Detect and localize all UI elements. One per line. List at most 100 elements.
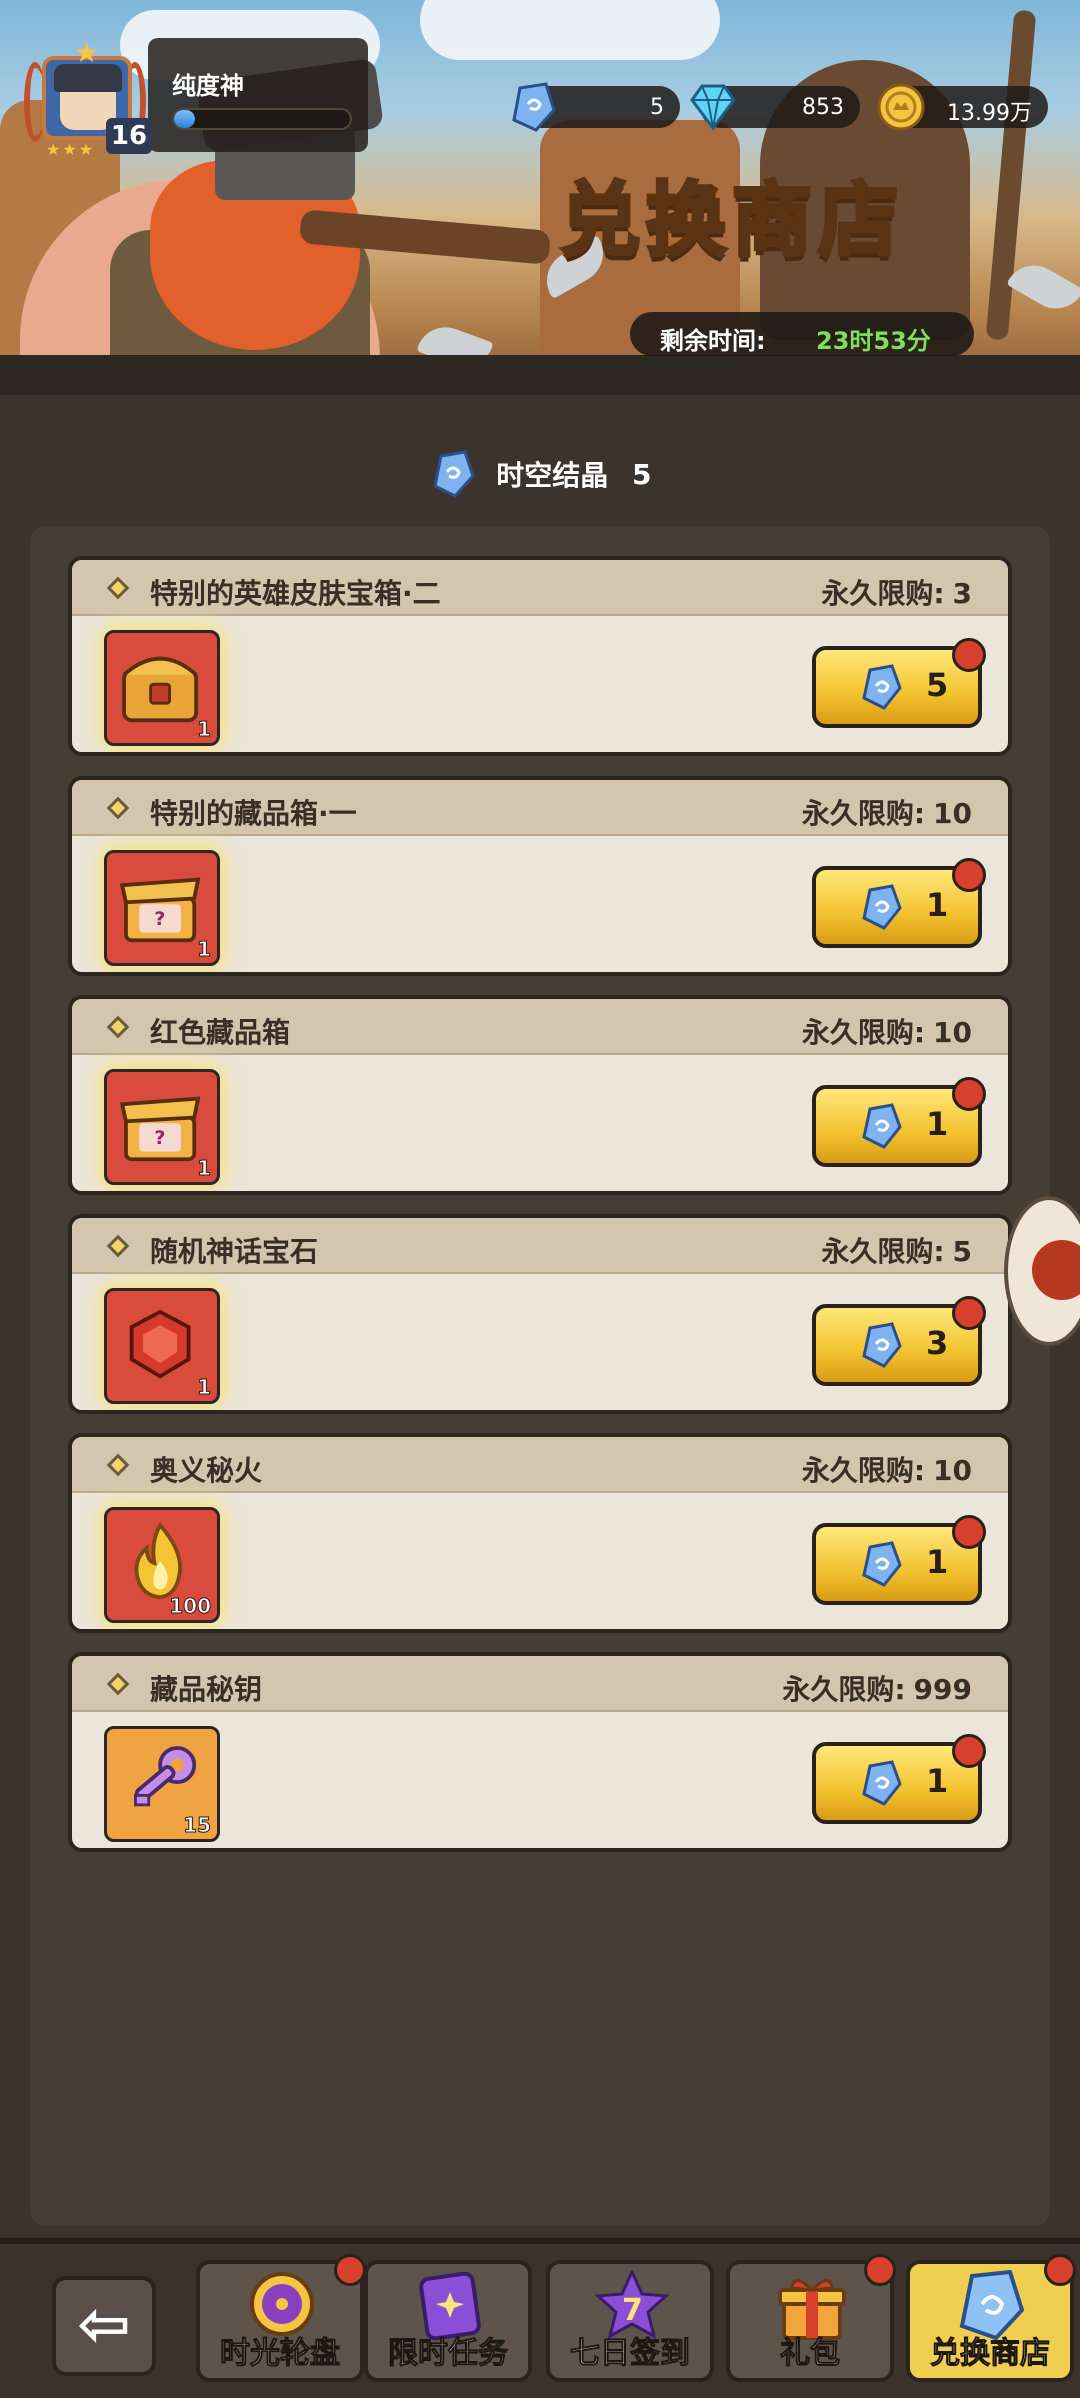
buy-button[interactable]: 1 [812,1734,986,1824]
notification-dot [952,1296,986,1330]
time-crystal-icon [862,1541,902,1587]
purchase-limit: 永久限购: 10 [802,792,972,832]
card-header: 特别的英雄皮肤宝箱·二 永久限购: 3 [72,560,1008,616]
item-slot[interactable]: 100 [104,1507,220,1623]
item-count: 1 [197,1156,212,1181]
bottom-nav: ⇦ 时光轮盘 限时任务 7 七日签到 礼包 兑换商店 [0,2238,1080,2398]
svg-text:?: ? [154,1127,165,1149]
diamond-bullet-icon [106,796,130,820]
limit-label: 永久限购: [801,797,926,830]
item-name: 红色藏品箱 [150,1016,291,1049]
buy-button[interactable]: 3 [812,1296,986,1386]
shop-item-card: 红色藏品箱 永久限购: 10 ? 1 1 [68,995,1012,1195]
item-slot[interactable]: ? 1 [104,850,220,966]
tab-time-wheel[interactable]: 时光轮盘 [196,2254,366,2382]
diamond-bullet-icon [106,1453,130,1477]
buy-button[interactable]: 1 [812,1515,986,1605]
timer-value: 23时53分 [816,327,931,355]
time-crystal-icon [862,884,902,930]
item-slot[interactable]: 1 [104,1288,220,1404]
player-name: 纯度神 [172,72,244,100]
shop-item-card: 奥义秘火 永久限购: 10 100 1 [68,1433,1012,1633]
tab-label: 礼包 [780,2336,841,2372]
item-name: 藏品秘钥 [150,1673,263,1706]
currency-diamond[interactable]: 853 [690,84,860,131]
limit-value: 999 [913,1673,972,1706]
time-crystal-icon [862,1322,902,1368]
buy-button[interactable]: 1 [812,1077,986,1167]
card-header: 红色藏品箱 永久限购: 10 [72,999,1008,1055]
svg-text:?: ? [154,908,165,930]
time-crystal-icon [862,664,902,710]
svg-text:7: 7 [622,2293,643,2328]
card-header: 藏品秘钥 永久限购: 999 [72,1656,1008,1712]
diamond-bullet-icon [106,1015,130,1039]
limit-value: 10 [933,1016,972,1049]
currency-value: 853 [802,95,844,120]
time-crystal-icon [862,1103,902,1149]
buy-price: 1 [926,1105,949,1143]
currency-header: 时空结晶 5 [0,450,1080,498]
notification-dot [952,858,986,892]
player-profile[interactable]: 纯度神 ★ ★★★ 16 [20,34,368,159]
tab-seven-day-signin[interactable]: 7 七日签到 [546,2260,714,2382]
timer-label: 剩余时间: [660,327,766,355]
tab-gift-pack[interactable]: 礼包 [726,2254,896,2382]
shop-title: 兑换商店 [558,172,904,269]
player-info-panel: 纯度神 [148,38,368,152]
limit-label: 永久限购: [782,1673,906,1706]
item-slot[interactable]: ? 1 [104,1069,220,1185]
purchase-limit: 永久限购: 10 [802,1011,972,1051]
limit-label: 永久限购: [821,577,945,610]
limit-value: 10 [933,797,972,830]
purchase-limit: 永久限购: 10 [802,1449,972,1489]
item-count: 1 [197,937,212,962]
item-slot[interactable]: 1 [104,630,220,746]
banner-ledge [0,355,1080,395]
back-button[interactable]: ⇦ [52,2276,156,2376]
back-arrow-icon: ⇦ [77,2288,131,2362]
currency-crystal[interactable]: 5 [512,82,680,132]
currency-value: 13.99万 [947,101,1032,126]
notification-dot [334,2254,366,2286]
item-slot[interactable]: 15 [104,1726,220,1842]
tab-exchange-shop[interactable]: 兑换商店 [906,2254,1076,2382]
diamond-bullet-icon [106,1234,130,1258]
buy-button[interactable]: 5 [812,638,986,728]
tab-label: 时光轮盘 [220,2336,341,2372]
item-name: 特别的英雄皮肤宝箱·二 [150,577,441,610]
item-count: 1 [197,1375,212,1400]
tab-label: 限时任务 [388,2336,509,2372]
item-name: 随机神话宝石 [150,1235,319,1268]
currency-gold[interactable]: 13.99万 [877,83,1048,131]
xp-bar [172,108,352,130]
player-level: 16 [106,118,152,154]
diamond-bullet-icon [106,1672,130,1696]
notification-dot [864,2254,896,2286]
buy-button[interactable]: 1 [812,858,986,948]
limit-value: 10 [933,1454,972,1487]
purchase-limit: 永久限购: 5 [821,1230,972,1270]
notification-dot [952,1515,986,1549]
item-name: 奥义秘火 [150,1454,263,1487]
gold-coin-icon [877,83,925,131]
tab-label: 兑换商店 [930,2336,1051,2372]
card-header: 奥义秘火 永久限购: 10 [72,1437,1008,1493]
purchase-limit: 永久限购: 999 [782,1668,972,1708]
limit-label: 永久限购: [801,1454,926,1487]
time-crystal-icon [862,1760,902,1806]
tab-limited-task[interactable]: 限时任务 [364,2260,532,2382]
notification-dot [952,638,986,672]
currency-header-value: 5 [632,457,652,491]
purchase-limit: 永久限购: 3 [821,572,972,612]
notification-dot [1044,2254,1076,2286]
card-header: 随机神话宝石 永久限购: 5 [72,1218,1008,1274]
time-crystal-icon [432,450,475,498]
card-header: 特别的藏品箱·一 永久限购: 10 [72,780,1008,836]
notification-dot [952,1734,986,1768]
shop-item-card: 随机神话宝石 永久限购: 5 1 3 [68,1214,1012,1414]
shop-item-card: 藏品秘钥 永久限购: 999 15 1 [68,1652,1012,1852]
cloud [420,0,720,60]
buy-price: 3 [926,1324,949,1362]
buy-price: 5 [926,666,949,704]
